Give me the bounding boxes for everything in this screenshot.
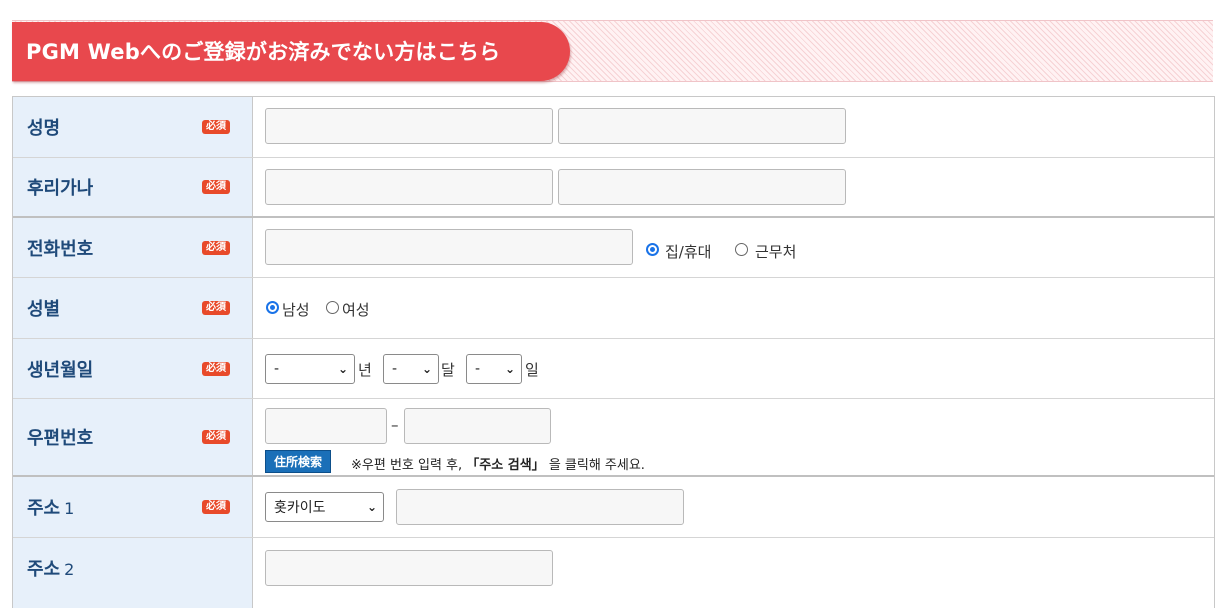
row-gender: 성별 必須 남성 여성 — [13, 278, 1214, 339]
chevron-down-icon: ⌄ — [421, 362, 432, 376]
required-badge: 必須 — [202, 301, 230, 315]
label-phone: 전화번호 — [27, 238, 94, 260]
label-address2-num: 2 — [64, 560, 75, 579]
prefecture-value: 홋카이도 — [274, 500, 326, 516]
value-cell-address2 — [253, 538, 1214, 608]
label-cell-gender: 성별 必須 — [13, 278, 253, 338]
zip-first-input[interactable] — [265, 408, 387, 444]
last-name-input[interactable] — [265, 108, 553, 144]
label-cell-phone: 전화번호 必須 — [13, 218, 253, 277]
value-cell-birthdate: - ⌄ 년 - ⌄ 달 - ⌄ 일 — [253, 339, 1214, 398]
radio-work[interactable] — [735, 243, 748, 256]
birth-day-select[interactable]: - ⌄ — [466, 354, 522, 384]
year-unit: 년 — [358, 361, 372, 379]
prefecture-select[interactable]: 홋카이도 ⌄ — [265, 492, 384, 522]
radio-home-mobile-label: 집/휴대 — [665, 243, 712, 261]
registration-form: 성명 必須 후리가나 必須 전화번호 必須 집/휴대 근무처 성별 必須 남성 … — [12, 96, 1215, 608]
label-zip: 우편번호 — [27, 428, 94, 449]
required-badge: 必須 — [202, 430, 230, 444]
birth-year-select[interactable]: - ⌄ — [265, 354, 355, 384]
chevron-down-icon: ⌄ — [504, 362, 515, 376]
radio-female-label: 여성 — [342, 301, 370, 319]
birth-year-value: - — [274, 361, 280, 377]
zip-note-suffix: 을 클릭해 주세요. — [548, 458, 645, 473]
radio-male-label: 남성 — [282, 301, 310, 319]
zip-note-bold: 「주소 검색」 — [466, 458, 545, 473]
chevron-down-icon: ⌄ — [337, 362, 348, 376]
birth-month-select[interactable]: - ⌄ — [383, 354, 439, 384]
label-address1-text: 주소 — [27, 498, 61, 519]
row-phone: 전화번호 必須 집/휴대 근무처 — [13, 218, 1214, 278]
label-cell-zip: 우편번호 必須 — [13, 399, 253, 475]
label-birthdate: 생년월일 — [27, 359, 94, 381]
radio-work-label: 근무처 — [755, 243, 797, 261]
address2-input[interactable] — [265, 550, 553, 586]
row-address2: 주소 2 — [13, 538, 1214, 608]
zip-note: ※우편 번호 입력 후, 「주소 검색」 을 클릭해 주세요. — [351, 454, 645, 473]
radio-male[interactable] — [266, 301, 279, 314]
row-address1: 주소 1 必須 홋카이도 ⌄ — [13, 477, 1214, 538]
label-address1: 주소 1 — [27, 494, 74, 520]
row-birthdate: 생년월일 必須 - ⌄ 년 - ⌄ 달 - ⌄ 일 — [13, 339, 1214, 399]
day-unit: 일 — [525, 361, 539, 379]
address1-input[interactable] — [396, 489, 684, 525]
birth-day-value: - — [475, 361, 481, 377]
label-address1-num: 1 — [64, 499, 75, 518]
label-cell-birthdate: 생년월일 必須 — [13, 339, 253, 398]
radio-female[interactable] — [326, 301, 339, 314]
value-cell-gender: 남성 여성 — [253, 278, 1214, 338]
chevron-down-icon: ⌄ — [366, 500, 377, 514]
row-zip: 우편번호 必須 – 住所検索 ※우편 번호 입력 후, 「주소 검색」 을 클릭… — [13, 399, 1214, 477]
required-badge: 必須 — [202, 120, 230, 134]
value-cell-address1: 홋카이도 ⌄ — [253, 477, 1214, 537]
value-cell-zip: – 住所検索 ※우편 번호 입력 후, 「주소 검색」 을 클릭해 주세요. — [253, 399, 1214, 475]
label-cell-furigana: 후리가나 必須 — [13, 158, 253, 216]
label-cell-address1: 주소 1 必須 — [13, 477, 253, 537]
required-badge: 必須 — [202, 500, 230, 514]
label-cell-name: 성명 必須 — [13, 97, 253, 157]
zip-note-prefix: ※우편 번호 입력 후, — [351, 458, 463, 473]
label-name: 성명 — [27, 118, 61, 139]
label-gender: 성별 — [27, 299, 61, 320]
radio-home-mobile[interactable] — [646, 243, 659, 256]
zip-second-input[interactable] — [404, 408, 551, 444]
label-furigana: 후리가나 — [27, 178, 94, 199]
section-title: PGM Webへのご登録がお済みでない方はこちら — [26, 40, 501, 64]
address-search-button[interactable]: 住所検索 — [265, 450, 332, 473]
label-cell-address2: 주소 2 — [13, 538, 253, 608]
phone-input[interactable] — [265, 229, 633, 265]
row-name: 성명 必須 — [13, 97, 1214, 158]
required-badge: 必須 — [202, 361, 230, 376]
value-cell-phone: 집/휴대 근무처 — [253, 218, 1214, 277]
last-name-kana-input[interactable] — [265, 169, 553, 205]
value-cell-furigana — [253, 158, 1214, 216]
zip-dash: – — [391, 416, 399, 434]
birth-month-value: - — [392, 361, 398, 377]
month-unit: 달 — [441, 361, 455, 379]
first-name-kana-input[interactable] — [558, 169, 846, 205]
label-address2-text: 주소 — [27, 559, 61, 580]
row-furigana: 후리가나 必須 — [13, 158, 1214, 218]
value-cell-name — [253, 97, 1214, 157]
first-name-input[interactable] — [558, 108, 846, 144]
required-badge: 必須 — [202, 240, 230, 255]
required-badge: 必須 — [202, 180, 230, 194]
label-address2: 주소 2 — [27, 555, 74, 581]
